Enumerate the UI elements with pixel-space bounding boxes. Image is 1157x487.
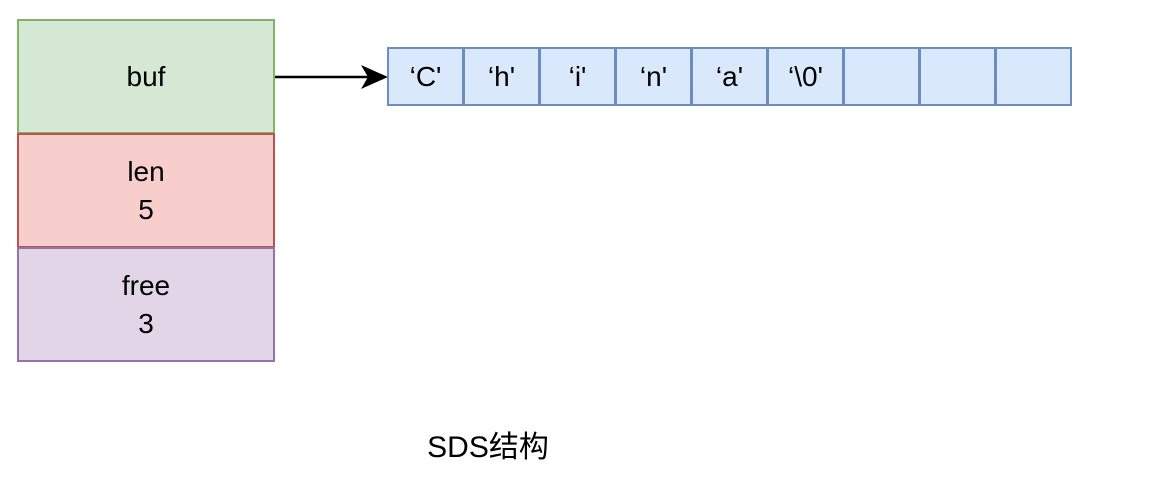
buffer-cell: ‘i' (539, 47, 616, 106)
buffer-cell: ‘n' (615, 47, 692, 106)
buffer-cell: ‘C' (387, 47, 464, 106)
struct-field-free: free 3 (17, 247, 275, 362)
pointer-arrow (275, 65, 388, 89)
struct-field-buf: buf (17, 19, 275, 134)
diagram-caption: SDS结构 (427, 431, 549, 464)
field-name-len: len (127, 155, 165, 187)
field-name-free: free (121, 269, 171, 301)
buffer-array: ‘C' ‘h' ‘i' ‘n' ‘a' ‘\0' (387, 47, 1072, 106)
buffer-cell (919, 47, 996, 106)
buffer-cell: ‘h' (463, 47, 540, 106)
field-name-buf: buf (126, 60, 166, 92)
buffer-cell (995, 47, 1072, 106)
buffer-cell: ‘a' (691, 47, 768, 106)
buffer-cell: ‘\0' (767, 47, 844, 106)
struct-field-len: len 5 (17, 133, 275, 248)
field-value-free: 3 (138, 307, 154, 339)
buffer-cell (843, 47, 920, 106)
field-value-len: 5 (138, 193, 154, 225)
